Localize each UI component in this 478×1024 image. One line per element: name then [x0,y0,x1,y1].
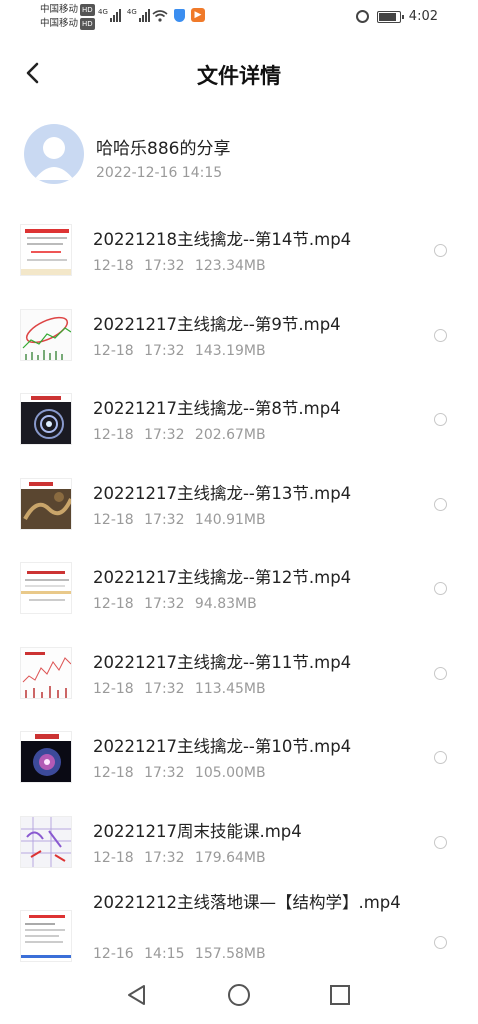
shield-icon [174,8,185,22]
video-thumbnail [20,562,72,614]
alarm-icon [355,10,369,23]
nav-back-icon[interactable] [124,982,150,1008]
page-title: 文件详情 [197,64,281,88]
battery-icon [376,10,404,23]
file-name: 20221217主线擒龙--第10节.mp4 [93,737,352,756]
file-meta: 12-16 14:15 157.58MB [93,946,266,962]
video-thumbnail [20,646,72,699]
file-name: 20221217主线擒龙--第11节.mp4 [93,652,352,672]
select-radio[interactable] [434,244,447,257]
select-radio[interactable] [434,413,447,426]
list-item[interactable]: 20221217主线擒龙--第10节.mp4 12-18 17:32 105.0… [0,719,478,804]
list-item[interactable]: 20221217主线擒龙--第11节.mp4 12-18 17:32 113.4… [0,635,478,720]
file-meta: 12-18 17:32 140.91MB [93,511,266,528]
status-right: 4:02 [355,9,438,24]
file-meta: 12-18 17:32 179.64MB [93,849,266,866]
app-notification-icon: ▶ [191,8,205,22]
file-name: 20221217主线擒龙--第13节.mp4 [93,483,352,503]
file-meta: 12-18 17:32 94.83MB [93,596,257,612]
list-item[interactable]: 20221217主线擒龙--第12节.mp4 12-18 17:32 94.83… [0,550,478,635]
file-name: 20221217主线擒龙--第12节.mp4 [93,568,352,587]
video-thumbnail [20,393,72,445]
list-item[interactable]: 20221217周末技能课.mp4 12-18 17:32 179.64MB [0,804,478,889]
file-meta: 12-18 17:32 123.34MB [93,258,266,274]
list-item[interactable]: 20221218主线擒龙--第14节.mp4 12-18 17:32 123.3… [0,212,478,297]
signal-icon: 4G [98,8,121,22]
sharer-name: 哈哈乐886的分享 [96,139,231,159]
list-item[interactable]: 20221212主线落地课—【结构学】.mp4 12-16 14:15 157.… [0,888,478,968]
select-radio[interactable] [434,835,447,849]
file-name: 20221212主线落地课—【结构学】.mp4 [93,893,401,912]
video-thumbnail [20,308,72,361]
default-avatar-icon [34,137,74,180]
file-name: 20221217主线擒龙--第9节.mp4 [93,314,341,334]
wifi-icon [152,9,168,22]
header: 文件详情 [0,50,478,96]
select-radio[interactable] [434,582,447,595]
nav-recent-apps-icon[interactable] [327,982,353,1008]
signal-indicators: 4G 4G [98,8,150,22]
video-thumbnail [20,815,72,868]
file-name: 20221217周末技能课.mp4 [93,821,302,841]
sharer-info: 哈哈乐886的分享 2022-12-16 14:15 [24,124,454,186]
video-thumbnail [20,731,72,783]
status-icons: ▶ [152,8,205,22]
list-item[interactable]: 20221217主线擒龙--第13节.mp4 12-18 17:32 140.9… [0,466,478,551]
nav-home-icon[interactable] [226,982,252,1008]
system-navigation-bar [0,968,478,1024]
select-radio[interactable] [434,666,447,680]
file-name: 20221217主线擒龙--第8节.mp4 [93,399,341,418]
status-bar: 中国移动 HD 中国移动 HD 4G 4G ▶ 4:02 [0,0,478,34]
avatar[interactable] [24,124,84,184]
select-radio[interactable] [434,497,447,511]
signal-icon: 4G [127,8,150,22]
carrier-label-2: 中国移动 HD [40,18,95,30]
select-radio[interactable] [434,936,447,949]
file-name: 20221218主线擒龙--第14节.mp4 [93,230,352,249]
file-meta: 12-18 17:32 105.00MB [93,765,266,781]
list-item[interactable]: 20221217主线擒龙--第8节.mp4 12-18 17:32 202.67… [0,381,478,466]
video-thumbnail [20,224,72,276]
file-meta: 12-18 17:32 113.45MB [93,680,266,697]
file-meta: 12-18 17:32 143.19MB [93,342,266,359]
select-radio[interactable] [434,751,447,764]
video-thumbnail [20,477,72,530]
share-time: 2022-12-16 14:15 [96,165,223,181]
clock: 4:02 [408,9,438,24]
video-thumbnail [20,910,72,962]
list-item[interactable]: 20221217主线擒龙--第9节.mp4 12-18 17:32 143.19… [0,297,478,382]
carrier-label-1: 中国移动 HD [40,4,95,16]
file-meta: 12-18 17:32 202.67MB [93,427,266,443]
file-list: 20221218主线擒龙--第14节.mp4 12-18 17:32 123.3… [0,212,478,968]
select-radio[interactable] [434,328,447,342]
